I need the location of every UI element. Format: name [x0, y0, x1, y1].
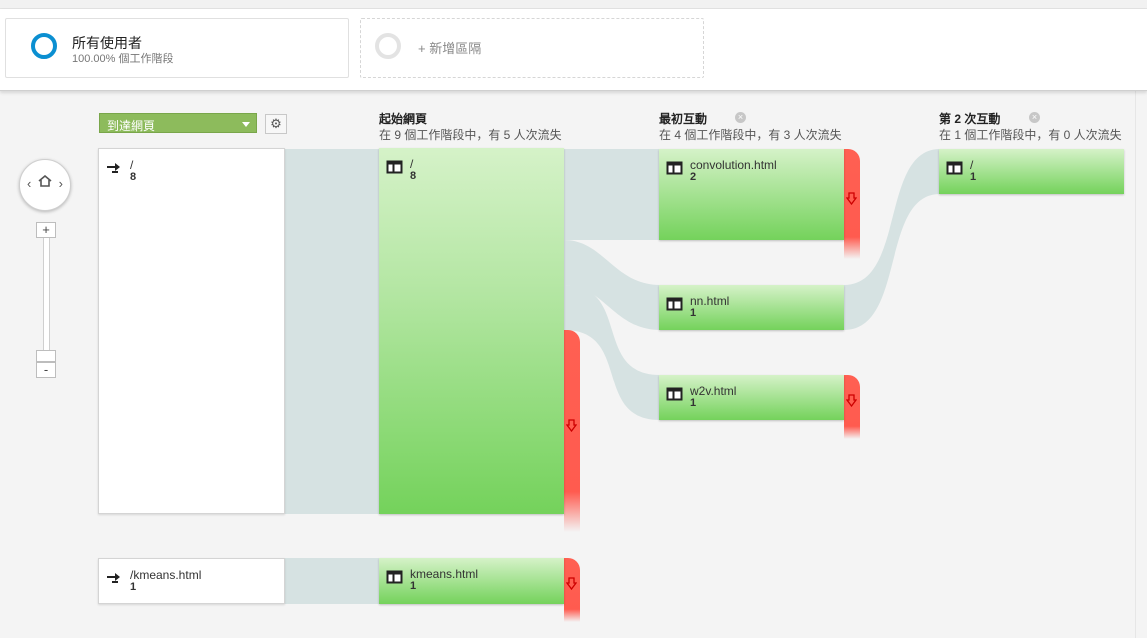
- zoom-in-button[interactable]: +: [36, 222, 56, 238]
- dropoff-arrow-icon: [566, 577, 577, 590]
- page-icon: [666, 161, 683, 175]
- first-interaction-node[interactable]: w2v.html 1: [659, 375, 844, 420]
- page-icon: [666, 387, 683, 401]
- second-interaction-node[interactable]: / 1: [939, 149, 1124, 194]
- entrance-arrow-icon: [106, 161, 123, 175]
- chevron-left-icon[interactable]: ‹: [27, 176, 31, 191]
- flow-landing-to-start-main: [285, 149, 380, 514]
- node-count: 8: [130, 171, 137, 183]
- column-title-first: 最初互動: [659, 112, 708, 126]
- dropoff-bar[interactable]: [844, 149, 860, 259]
- add-segment-button[interactable]: + 新增區隔: [360, 18, 704, 78]
- top-strip: [0, 0, 1147, 9]
- node-count: 1: [410, 580, 417, 592]
- dropoff-arrow-icon: [566, 419, 577, 432]
- node-count: 8: [410, 170, 417, 182]
- node-name: /: [410, 157, 414, 171]
- start-page-node[interactable]: kmeans.html 1: [379, 558, 564, 604]
- zoom-out-button[interactable]: -: [36, 362, 56, 378]
- column-title-start: 起始網頁: [379, 112, 428, 126]
- segment-all-users[interactable]: 所有使用者 100.00% 個工作階段: [5, 18, 349, 78]
- vertical-scrollbar[interactable]: [1135, 90, 1147, 638]
- page-icon: [386, 570, 403, 584]
- chevron-right-icon[interactable]: ›: [59, 176, 63, 191]
- node-count: 1: [690, 397, 697, 409]
- node-name: /: [130, 158, 134, 172]
- gear-icon[interactable]: ⚙: [265, 114, 287, 134]
- node-name: nn.html: [690, 294, 730, 308]
- navigation-wheel[interactable]: ‹ ›: [19, 159, 71, 211]
- dropoff-arrow-icon: [846, 192, 857, 205]
- flow-start-to-convolution: [564, 149, 660, 240]
- chevron-down-icon: [242, 122, 250, 127]
- landing-node[interactable]: /kmeans.html 1: [98, 558, 285, 604]
- segment-circle-icon: [31, 33, 57, 59]
- dropoff-bar[interactable]: [564, 558, 580, 622]
- close-icon[interactable]: ×: [1029, 112, 1040, 123]
- page-icon: [666, 297, 683, 311]
- segment-bar: 所有使用者 100.00% 個工作階段 + 新增區隔: [0, 9, 1147, 91]
- node-name: convolution.html: [690, 158, 777, 172]
- column-subtitle-first: 在 4 個工作階段中，有 3 人次流失: [659, 128, 842, 142]
- flow-canvas[interactable]: ‹ › + - 到達網頁 ⚙ 起始網頁 在 9 個工作階段中，有 5 人次流失 …: [0, 90, 1135, 638]
- node-name: w2v.html: [690, 384, 737, 398]
- node-name: kmeans.html: [410, 567, 479, 581]
- dropoff-bar[interactable]: [564, 330, 580, 532]
- node-name: /kmeans.html: [130, 568, 202, 582]
- start-page-node[interactable]: / 8: [379, 148, 564, 514]
- node-count: 2: [690, 171, 697, 183]
- page-icon: [386, 160, 403, 174]
- dropoff-bar[interactable]: [844, 375, 860, 439]
- first-interaction-node[interactable]: nn.html 1: [659, 285, 844, 330]
- entrance-arrow-icon: [106, 571, 123, 585]
- column-subtitle-second: 在 1 個工作階段中，有 0 人次流失: [939, 128, 1122, 142]
- home-icon[interactable]: [38, 174, 52, 190]
- dropdown-label: 到達網頁: [107, 119, 156, 133]
- node-name: /: [970, 158, 974, 172]
- close-icon[interactable]: ×: [735, 112, 746, 123]
- node-count: 1: [970, 171, 977, 183]
- dropoff-arrow-icon: [846, 394, 857, 407]
- node-count: 1: [690, 307, 697, 319]
- zoom-slider-thumb[interactable]: [36, 350, 56, 362]
- landing-page-dropdown[interactable]: 到達網頁: [99, 113, 257, 133]
- column-title-second: 第 2 次互動: [939, 112, 1001, 126]
- column-subtitle-start: 在 9 個工作階段中，有 5 人次流失: [379, 128, 562, 142]
- empty-circle-icon: [375, 33, 401, 59]
- node-count: 1: [130, 581, 137, 593]
- add-segment-label: + 新增區隔: [418, 41, 482, 56]
- segment-subtitle: 100.00% 個工作階段: [72, 53, 174, 65]
- landing-node[interactable]: / 8: [98, 148, 285, 514]
- page-icon: [946, 161, 963, 175]
- flow-landing-to-start-kmeans: [285, 558, 380, 604]
- first-interaction-node[interactable]: convolution.html 2: [659, 149, 844, 240]
